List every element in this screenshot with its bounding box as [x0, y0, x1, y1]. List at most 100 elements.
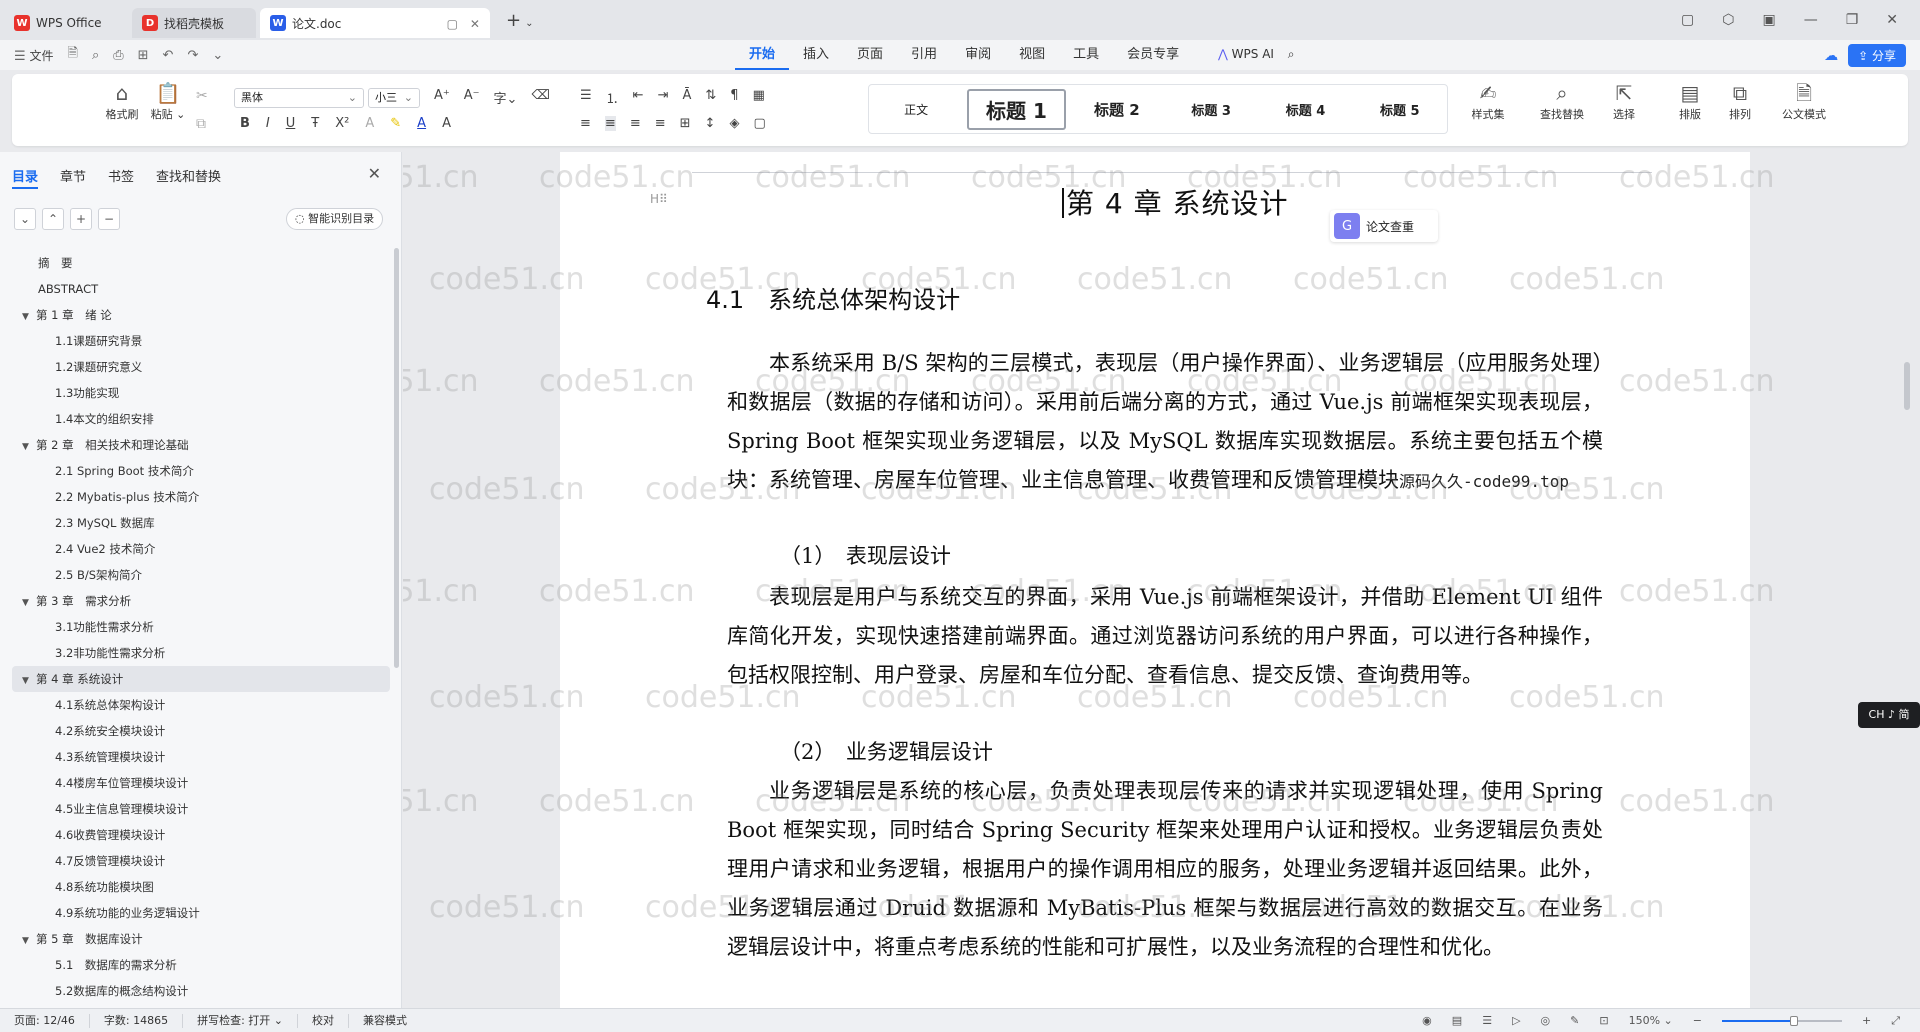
toc-item[interactable]: 2.4 Vue2 技术简介	[12, 536, 390, 562]
ime-indicator[interactable]: CH ♪ 简	[1858, 702, 1920, 728]
minimize-icon[interactable]: —	[1804, 12, 1818, 28]
strikethrough-icon[interactable]: Ŧ	[311, 116, 319, 131]
menu-tab-4[interactable]: 审阅	[951, 40, 1005, 70]
toc-item[interactable]: 4.6收费管理模块设计	[12, 822, 390, 848]
side-tab-bookmark[interactable]: 书签	[108, 166, 134, 189]
document-scrollbar[interactable]	[1904, 362, 1910, 410]
play-icon[interactable]: ▷	[1512, 1014, 1520, 1027]
spell-check[interactable]: 拼写检查: 打开 ⌄	[183, 1013, 299, 1028]
font-size-select[interactable]: 小三 ⌄	[368, 88, 420, 108]
menu-tab-0[interactable]: 开始	[735, 40, 790, 70]
zoom-slider-knob[interactable]	[1789, 1015, 1798, 1026]
style-heading-4[interactable]: 标题 4	[1258, 100, 1352, 119]
web-view-icon[interactable]: ◎	[1541, 1014, 1551, 1027]
toc-item[interactable]: ▼ 第 2 章 相关技术和理论基础	[12, 432, 390, 458]
style-heading-3[interactable]: 标题 3	[1164, 100, 1258, 119]
toc-item[interactable]: 3.2非功能性需求分析	[12, 640, 390, 666]
toc-item[interactable]: 4.5业主信息管理模块设计	[12, 796, 390, 822]
char-shading-icon[interactable]: A	[442, 116, 451, 131]
remove-level-icon[interactable]: −	[98, 208, 120, 230]
side-tab-find[interactable]: 查找和替换	[156, 166, 221, 189]
menu-tab-1[interactable]: 插入	[789, 40, 843, 70]
toc-item[interactable]: 1.3功能实现	[12, 380, 390, 406]
eye-icon[interactable]: ◉	[1422, 1014, 1432, 1027]
font-color-icon[interactable]: A	[417, 116, 426, 131]
tab-wps-office[interactable]: W WPS Office	[4, 8, 128, 38]
heading-marker[interactable]: H⠿	[650, 192, 668, 206]
compat-mode[interactable]: 兼容模式	[349, 1014, 421, 1028]
fullscreen-icon[interactable]: ⤢	[1891, 1014, 1900, 1028]
toc-item[interactable]: 摘 要	[12, 250, 390, 276]
cloud-icon[interactable]: ☁	[1824, 48, 1838, 64]
outline-view-icon[interactable]: ☰	[1482, 1014, 1492, 1027]
shrink-font-icon[interactable]: A⁻	[464, 88, 480, 107]
style-heading-2[interactable]: 标题 2	[1070, 99, 1164, 120]
subheading-1[interactable]: （1） 表现层设计	[780, 540, 951, 570]
new-tab-button[interactable]: + ⌄	[506, 10, 533, 31]
numbered-list-icon[interactable]: ⒈	[606, 88, 619, 107]
undo-icon[interactable]: ↶	[163, 48, 174, 63]
tab-close-icon[interactable]: ▢ ✕	[447, 15, 480, 32]
table-icon[interactable]: ▦	[753, 88, 765, 107]
fit-icon[interactable]: ⊡	[1599, 1014, 1608, 1027]
toc-item[interactable]: 4.9系统功能的业务逻辑设计	[12, 900, 390, 926]
find-replace-button[interactable]: ⌕ 查找替换	[1532, 80, 1592, 122]
phonetic-icon[interactable]: 字⌄	[494, 88, 518, 107]
align-right-icon[interactable]: ≡	[630, 116, 641, 131]
toc-item[interactable]: 5.2数据库的概念结构设计	[12, 978, 390, 1004]
avatar[interactable]: ▣	[1762, 12, 1775, 28]
paragraph-2[interactable]: 表现层是用户与系统交互的界面，采用 Vue.js 前端框架设计，并借助 Elem…	[727, 578, 1603, 695]
zoom-level[interactable]: 150% ⌄	[1629, 1014, 1673, 1027]
justify-icon[interactable]: ≡	[655, 116, 666, 131]
section-heading[interactable]: 4.1 系统总体架构设计	[706, 280, 960, 315]
border-icon[interactable]: ▢	[753, 116, 765, 131]
align-center-icon[interactable]: ≡	[604, 116, 616, 131]
expand-icon[interactable]: ⌃	[42, 208, 64, 230]
redo-icon[interactable]: ↷	[187, 48, 198, 63]
layout-icon[interactable]: ▢	[1681, 12, 1694, 28]
shading-icon[interactable]: ◈	[729, 116, 739, 131]
pane-scrollbar[interactable]	[394, 248, 399, 668]
line-spacing-icon[interactable]: ↕	[705, 116, 716, 131]
clear-format-icon[interactable]: ⌫	[531, 88, 549, 107]
page-indicator[interactable]: 页面: 12/46	[0, 1013, 90, 1028]
toc-item[interactable]: 2.2 Mybatis-plus 技术简介	[12, 484, 390, 510]
copy-icon[interactable]: ⧉	[196, 116, 206, 132]
style-set-button[interactable]: ✍ 样式集	[1464, 80, 1512, 122]
toc-item[interactable]: 2.1 Spring Boot 技术简介	[12, 458, 390, 484]
toc-item[interactable]: ABSTRACT	[12, 276, 390, 302]
collapse-icon[interactable]: ⌄	[14, 208, 36, 230]
toc-item[interactable]: 4.1系统总体架构设计	[12, 692, 390, 718]
toc-item[interactable]: 1.4本文的组织安排	[12, 406, 390, 432]
proofread[interactable]: 校对	[298, 1013, 350, 1028]
toc-item[interactable]: 1.1课题研究背景	[12, 328, 390, 354]
select-button[interactable]: ⇱ 选择	[1602, 80, 1646, 122]
paragraph-1[interactable]: 本系统采用 B/S 架构的三层模式，表现层（用户操作界面）、业务逻辑层（应用服务…	[727, 344, 1603, 501]
menu-tab-3[interactable]: 引用	[897, 40, 951, 70]
layout-button[interactable]: ▤ 排版	[1668, 80, 1712, 122]
search-icon[interactable]: ⌕	[1288, 47, 1295, 61]
document-page[interactable]: H⠿ 第 4 章 系统设计 4.1 系统总体架构设计 本系统采用 B/S 架构的…	[560, 152, 1750, 1008]
toc-item[interactable]: 4.4楼房车位管理模块设计	[12, 770, 390, 796]
share-button[interactable]: ⇪ 分享	[1848, 44, 1906, 67]
tab-template[interactable]: D 找稻壳模板	[132, 8, 256, 38]
italic-icon[interactable]: I	[266, 116, 270, 131]
file-menu[interactable]: ☰ 文件	[14, 47, 54, 64]
word-count[interactable]: 字数: 14865	[90, 1013, 184, 1028]
superscript-icon[interactable]: X²	[335, 116, 349, 131]
cut-icon[interactable]: ✂	[196, 88, 208, 104]
official-mode-button[interactable]: 🗎 公文模式	[1776, 80, 1832, 122]
subheading-2[interactable]: （2） 业务逻辑层设计	[780, 736, 993, 766]
more-icon[interactable]: ⌄	[212, 48, 223, 63]
menu-tab-6[interactable]: 工具	[1059, 40, 1113, 70]
format-brush-button[interactable]: ⌂ 格式刷	[100, 80, 144, 122]
style-normal[interactable]: 正文	[869, 101, 963, 118]
plagiarism-check-button[interactable]: G 论文查重	[1330, 210, 1438, 242]
expand-triangle-icon[interactable]: ▼	[22, 590, 36, 614]
page-view-icon[interactable]: ▤	[1452, 1014, 1462, 1027]
text-effect-icon[interactable]: A	[365, 116, 374, 131]
restore-icon[interactable]: ❐	[1846, 12, 1859, 28]
export-icon[interactable]: ⌕	[92, 48, 99, 63]
zoom-in-icon[interactable]: +	[1862, 1014, 1871, 1027]
pen-icon[interactable]: ✎	[1570, 1014, 1579, 1027]
